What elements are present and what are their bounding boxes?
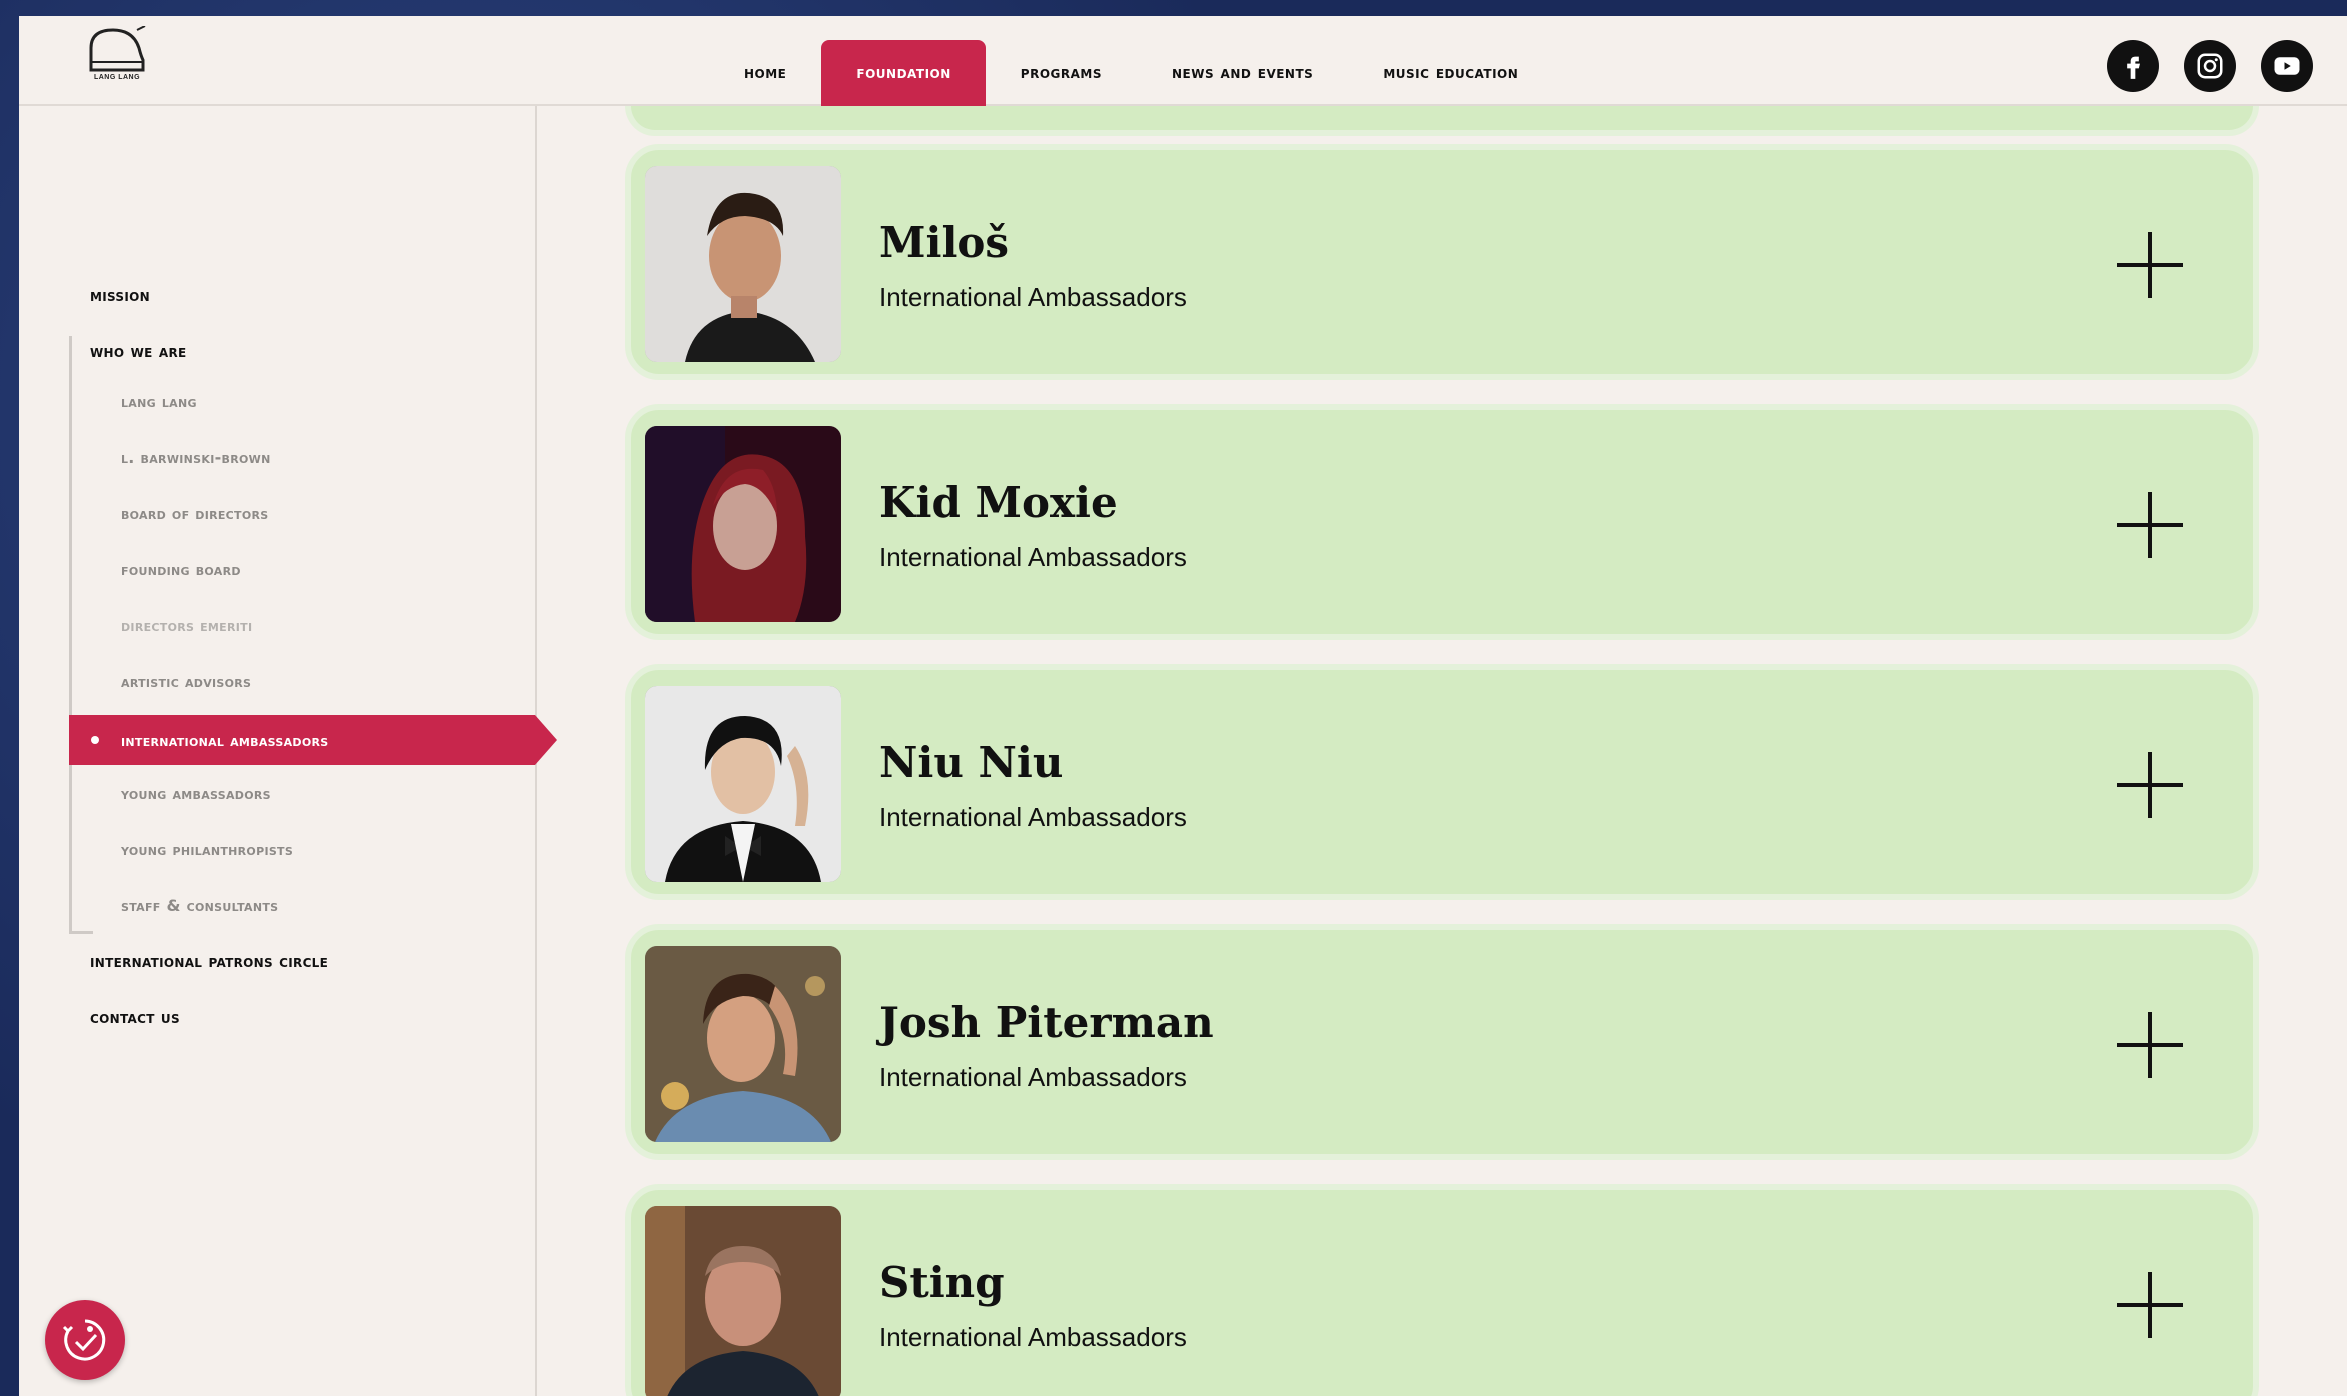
sidebar-item-directors-emeriti[interactable]: Directors Emeriti (121, 616, 252, 635)
ambassador-photo (645, 1206, 841, 1396)
sidebar-item-patrons-circle[interactable]: International Patrons Circle (90, 952, 328, 972)
sidebar-item-barwinski-brown[interactable]: L. Barwinski-Brown (121, 448, 271, 467)
ambassador-role: International Ambassadors (879, 1322, 1187, 1352)
main-nav: Home Foundation Programs News and Events… (709, 28, 1553, 106)
sidebar-item-staff-consultants[interactable]: Staff & Consultants (121, 896, 278, 915)
ambassador-name: Josh Piterman (879, 998, 1214, 1047)
expand-plus-icon[interactable] (2117, 752, 2183, 818)
site-logo[interactable]: LANG LANG (85, 25, 149, 96)
ambassador-role: International Ambassadors (879, 802, 1187, 832)
ambassador-photo (645, 946, 841, 1142)
sidebar-item-contact-us[interactable]: Contact Us (90, 1008, 180, 1028)
accessibility-button[interactable] (45, 1300, 125, 1380)
site-header: LANG LANG Home Foundation Programs News … (19, 16, 2347, 106)
expand-plus-icon[interactable] (2117, 1012, 2183, 1078)
sidebar-item-young-ambassadors[interactable]: Young Ambassadors (121, 784, 271, 803)
sidebar-item-founding-board[interactable]: Founding Board (121, 560, 241, 579)
nav-music-education[interactable]: Music Education (1348, 40, 1553, 106)
ambassador-photo (645, 686, 841, 882)
sidebar-item-lang-lang[interactable]: Lang Lang (121, 392, 197, 411)
accessibility-icon (62, 1319, 106, 1361)
ambassador-role: International Ambassadors (879, 542, 1187, 572)
ambassador-card-sting[interactable]: Sting International Ambassadors (625, 1184, 2259, 1396)
ambassador-name: Miloš (879, 218, 1010, 267)
sidebar-tree-line (69, 336, 93, 934)
expand-plus-icon[interactable] (2117, 492, 2183, 558)
ambassador-role: International Ambassadors (879, 1062, 1187, 1092)
sidebar-nav: Mission Who We Are Lang Lang L. Barwinsk… (19, 106, 557, 1396)
sidebar-item-international-ambassadors[interactable]: International Ambassadors (69, 715, 557, 765)
social-links (2107, 40, 2313, 92)
sidebar-item-mission[interactable]: Mission (90, 286, 150, 306)
expand-plus-icon[interactable] (2117, 1272, 2183, 1338)
ambassador-role: International Ambassadors (879, 282, 1187, 312)
sidebar-item-who-we-are[interactable]: Who We Are (90, 342, 186, 362)
ambassador-card-josh-piterman[interactable]: Josh Piterman International Ambassadors (625, 924, 2259, 1160)
sidebar-item-board-of-directors[interactable]: Board of Directors (121, 504, 269, 523)
browser-frame: LANG LANG Home Foundation Programs News … (19, 16, 2347, 1396)
ambassador-card-niu-niu[interactable]: Niu Niu International Ambassadors (625, 664, 2259, 900)
active-dot-icon (91, 736, 99, 744)
nav-programs[interactable]: Programs (986, 40, 1137, 106)
ambassador-photo (645, 426, 841, 622)
sidebar-item-artistic-advisors[interactable]: Artistic Advisors (121, 672, 251, 691)
nav-news-and-events[interactable]: News and Events (1137, 40, 1348, 106)
nav-home[interactable]: Home (709, 40, 821, 106)
ambassador-name: Sting (879, 1258, 1005, 1307)
nav-foundation[interactable]: Foundation (821, 40, 986, 106)
piano-logo-icon (89, 25, 146, 72)
ambassador-name: Niu Niu (879, 738, 1064, 787)
instagram-icon[interactable] (2184, 40, 2236, 92)
sidebar-item-label: International Ambassadors (121, 730, 329, 750)
ambassador-card-milos[interactable]: Miloš International Ambassadors (625, 144, 2259, 380)
facebook-icon[interactable] (2107, 40, 2159, 92)
ambassador-photo (645, 166, 841, 362)
youtube-icon[interactable] (2261, 40, 2313, 92)
expand-plus-icon[interactable] (2117, 232, 2183, 298)
ambassadors-list: Miloš International Ambassadors Kid Moxi… (537, 16, 2347, 1396)
previous-card-edge (625, 106, 2259, 136)
logo-text: LANG LANG (93, 74, 141, 81)
sidebar-item-young-philanthropists[interactable]: Young Philanthropists (121, 840, 293, 859)
ambassador-card-kid-moxie[interactable]: Kid Moxie International Ambassadors (625, 404, 2259, 640)
ambassador-name: Kid Moxie (879, 478, 1118, 527)
